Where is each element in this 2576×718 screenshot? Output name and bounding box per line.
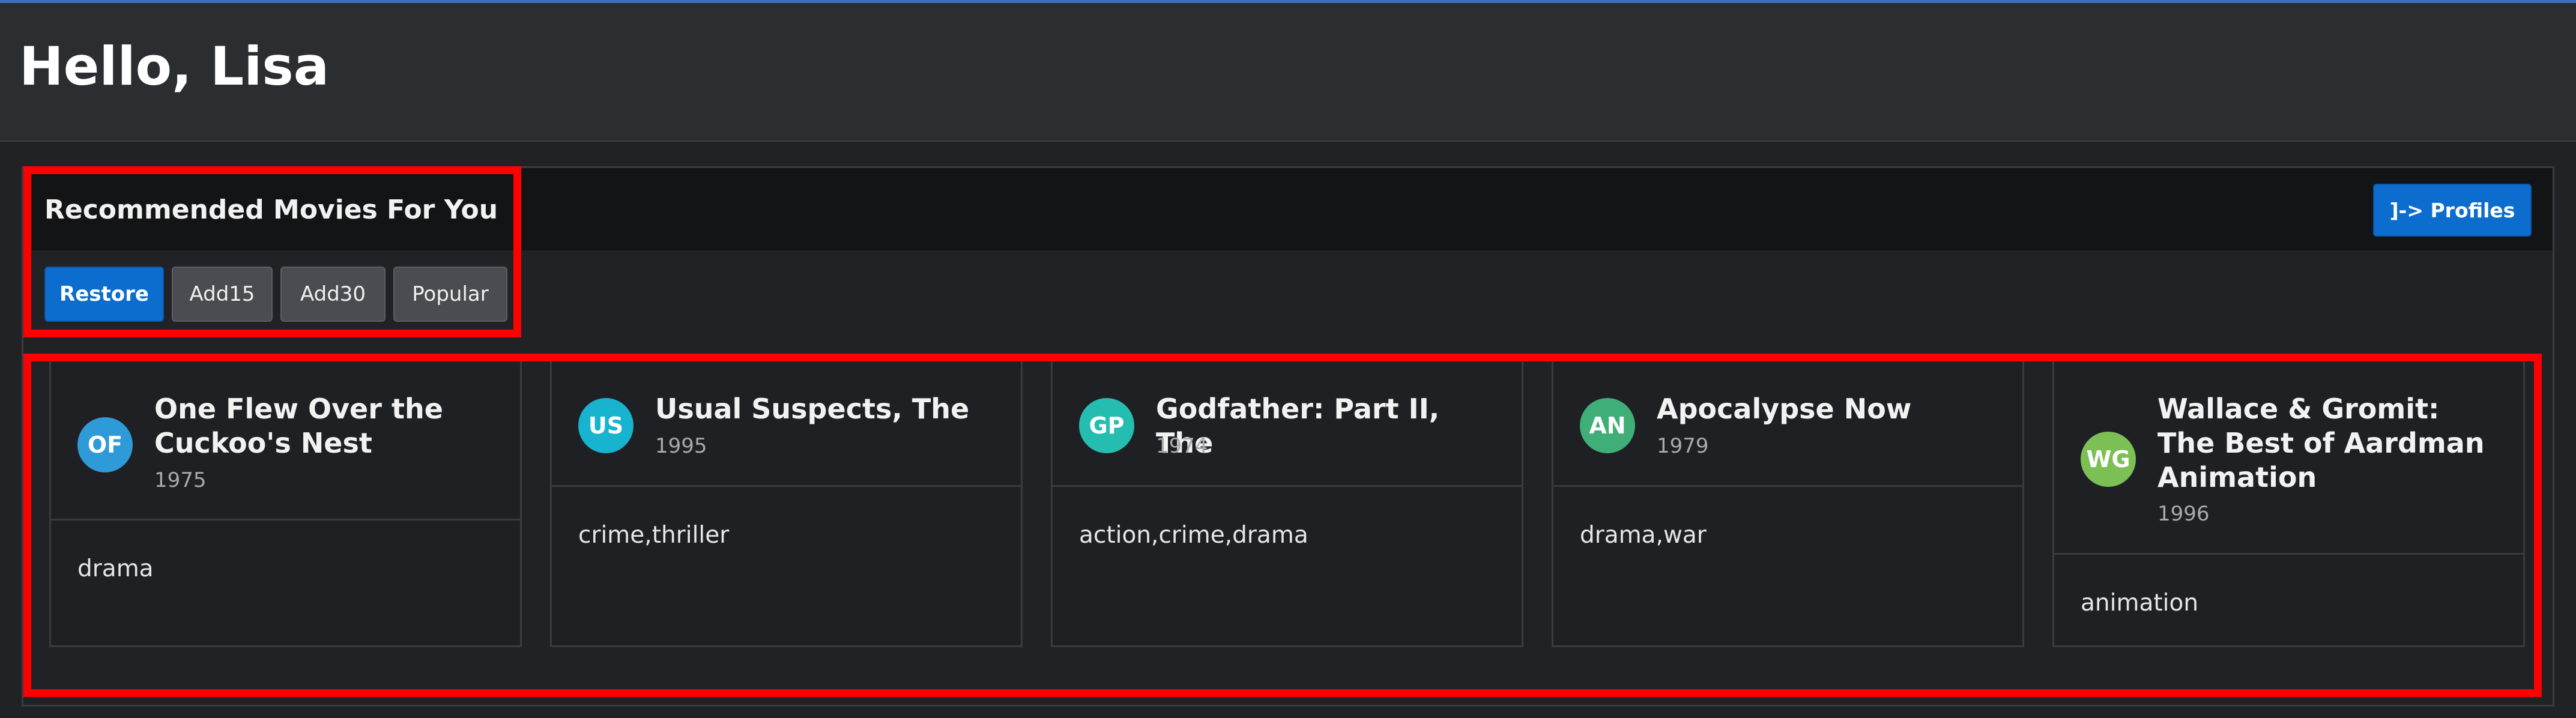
movie-card-header: WG Wallace & Gromit: The Best of Aardman… [2054,361,2523,555]
movie-card-header: OF One Flew Over the Cuckoo's Nest 1975 [51,361,520,520]
movie-genres: animation [2081,590,2199,617]
profiles-button[interactable]: ]-> Profiles [2373,184,2532,237]
movie-avatar: WG [2081,432,2136,487]
movie-genres: action,crime,drama [1079,522,1308,549]
movie-avatar: OF [77,417,133,472]
add15-button[interactable]: Add15 [172,267,273,322]
movie-year: 1995 [655,434,707,458]
movie-title: One Flew Over the Cuckoo's Nest [154,393,443,459]
recommendations-title: Recommended Movies For You [44,195,498,225]
movie-year: 1996 [2157,502,2210,526]
movie-card-header: AN Apocalypse Now 1979 [1553,361,2022,487]
movie-card[interactable]: WG Wallace & Gromit: The Best of Aardman… [2052,361,2525,647]
recommendations-header: Recommended Movies For You ]-> Profiles [23,168,2553,250]
action-button-row: Restore Add15 Add30 Popular [44,267,507,322]
movie-avatar: AN [1580,398,1635,453]
movie-avatar: GP [1079,398,1134,453]
movie-genres: crime,thriller [578,522,730,549]
movie-avatar: US [578,398,633,453]
restore-button[interactable]: Restore [44,267,164,322]
movie-card[interactable]: US Usual Suspects, The 1995 crime,thrill… [550,361,1023,647]
movie-card[interactable]: GP Godfather: Part II, The 1974 action,c… [1051,361,1523,647]
movie-title: Godfather: Part II, The [1156,393,1440,459]
greeting-heading: Hello, Lisa [19,35,330,97]
movie-title: Usual Suspects, The [655,393,970,425]
movie-year: 1979 [1657,434,1709,458]
movie-title: Wallace & Gromit: The Best of Aardman An… [2157,393,2485,493]
movie-genres: drama [77,555,154,582]
movie-card[interactable]: AN Apocalypse Now 1979 drama,war [1552,361,2024,647]
movie-card-header: US Usual Suspects, The 1995 [552,361,1021,487]
popular-button[interactable]: Popular [393,267,507,322]
top-bar: Hello, Lisa [0,0,2576,142]
movie-genres: drama,war [1580,522,1707,549]
movie-card[interactable]: OF One Flew Over the Cuckoo's Nest 1975 … [49,361,522,647]
movie-year: 1975 [154,468,207,492]
movie-title: Apocalypse Now [1657,393,1912,425]
movie-card-header: GP Godfather: Part II, The 1974 [1053,361,1522,487]
movie-year: 1974 [1156,434,1208,458]
add30-button[interactable]: Add30 [280,267,385,322]
